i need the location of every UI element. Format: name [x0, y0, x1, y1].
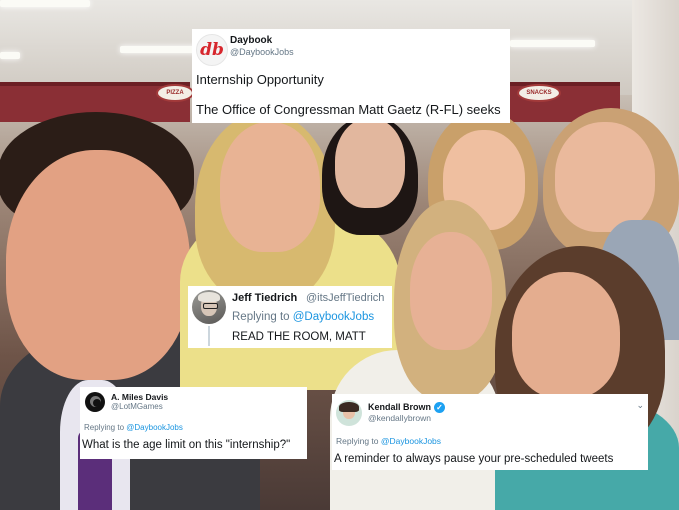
daybook-logo-text: db [200, 40, 224, 60]
tweet-author-name[interactable]: Daybook [230, 35, 272, 46]
more-options-icon[interactable]: ⌄ [636, 400, 644, 411]
ceiling-light [510, 40, 595, 47]
jeff-avatar[interactable] [192, 290, 226, 324]
tweet-text: READ THE ROOM, MATT [232, 331, 366, 343]
woman-face [220, 122, 320, 252]
woman-face [335, 118, 405, 208]
ceiling-light [0, 0, 90, 7]
woman-face [410, 232, 492, 350]
tweet-card-kendall[interactable]: Kendall Brown ✓ @kendallybrown ⌄ Replying… [332, 394, 648, 470]
woman-face [555, 122, 655, 232]
tweet-author-handle[interactable]: @LotMGames [111, 402, 163, 411]
tweet-author-name[interactable]: Kendall Brown ✓ [368, 402, 446, 413]
replying-to-prefix: Replying to [84, 423, 125, 432]
pizza-sign-label: PIZZA [166, 90, 184, 96]
replying-to: Replying to @DaybookJobs [84, 423, 183, 432]
replying-to: Replying to @DaybookJobs [336, 436, 441, 446]
man-face [6, 150, 190, 380]
tweet-text-line: Internship Opportunity [196, 72, 324, 87]
miles-avatar[interactable] [85, 392, 105, 412]
tweet-author-handle[interactable]: @kendallybrown [368, 413, 431, 423]
ceiling-light [120, 46, 200, 53]
pizza-sign: PIZZA [156, 84, 194, 102]
tweet-text-line: The Office of Congressman Matt Gaetz (R-… [196, 102, 501, 117]
daybook-logo-avatar[interactable]: db [196, 34, 228, 66]
replying-to-link[interactable]: @DaybookJobs [126, 423, 183, 432]
tweet-author-name[interactable]: Jeff Tiedrich [232, 292, 297, 304]
kendall-avatar[interactable] [336, 400, 362, 426]
replying-to-link[interactable]: @DaybookJobs [381, 436, 441, 446]
replying-to-link[interactable]: @DaybookJobs [293, 311, 374, 323]
replying-to: Replying to @DaybookJobs [232, 311, 374, 323]
tweet-card-jeff[interactable]: Jeff Tiedrich @itsJeffTiedrich Replying … [188, 286, 392, 348]
replying-to-prefix: Replying to [336, 436, 379, 446]
tweet-author-handle[interactable]: @itsJeffTiedrich [306, 292, 384, 304]
tweet-text: What is the age limit on this "internshi… [82, 439, 291, 451]
snacks-sign-label: SNACKS [526, 90, 552, 96]
tweet-author-handle[interactable]: @DaybookJobs [230, 47, 294, 57]
ceiling-light [0, 52, 20, 59]
snacks-sign: SNACKS [517, 84, 561, 102]
verified-badge-icon: ✓ [434, 402, 446, 413]
tweet-author-name-text: Kendall Brown [368, 402, 432, 412]
replying-to-prefix: Replying to [232, 311, 290, 323]
woman-face [512, 272, 620, 398]
tweet-text: A reminder to always pause your pre-sche… [334, 453, 614, 465]
thread-line [208, 326, 210, 346]
tweet-author-name[interactable]: A. Miles Davis [111, 392, 168, 402]
tweet-card-miles[interactable]: A. Miles Davis @LotMGames Replying to @D… [80, 387, 307, 459]
tweet-card-daybook[interactable]: db Daybook @DaybookJobs Internship Oppor… [192, 29, 510, 123]
